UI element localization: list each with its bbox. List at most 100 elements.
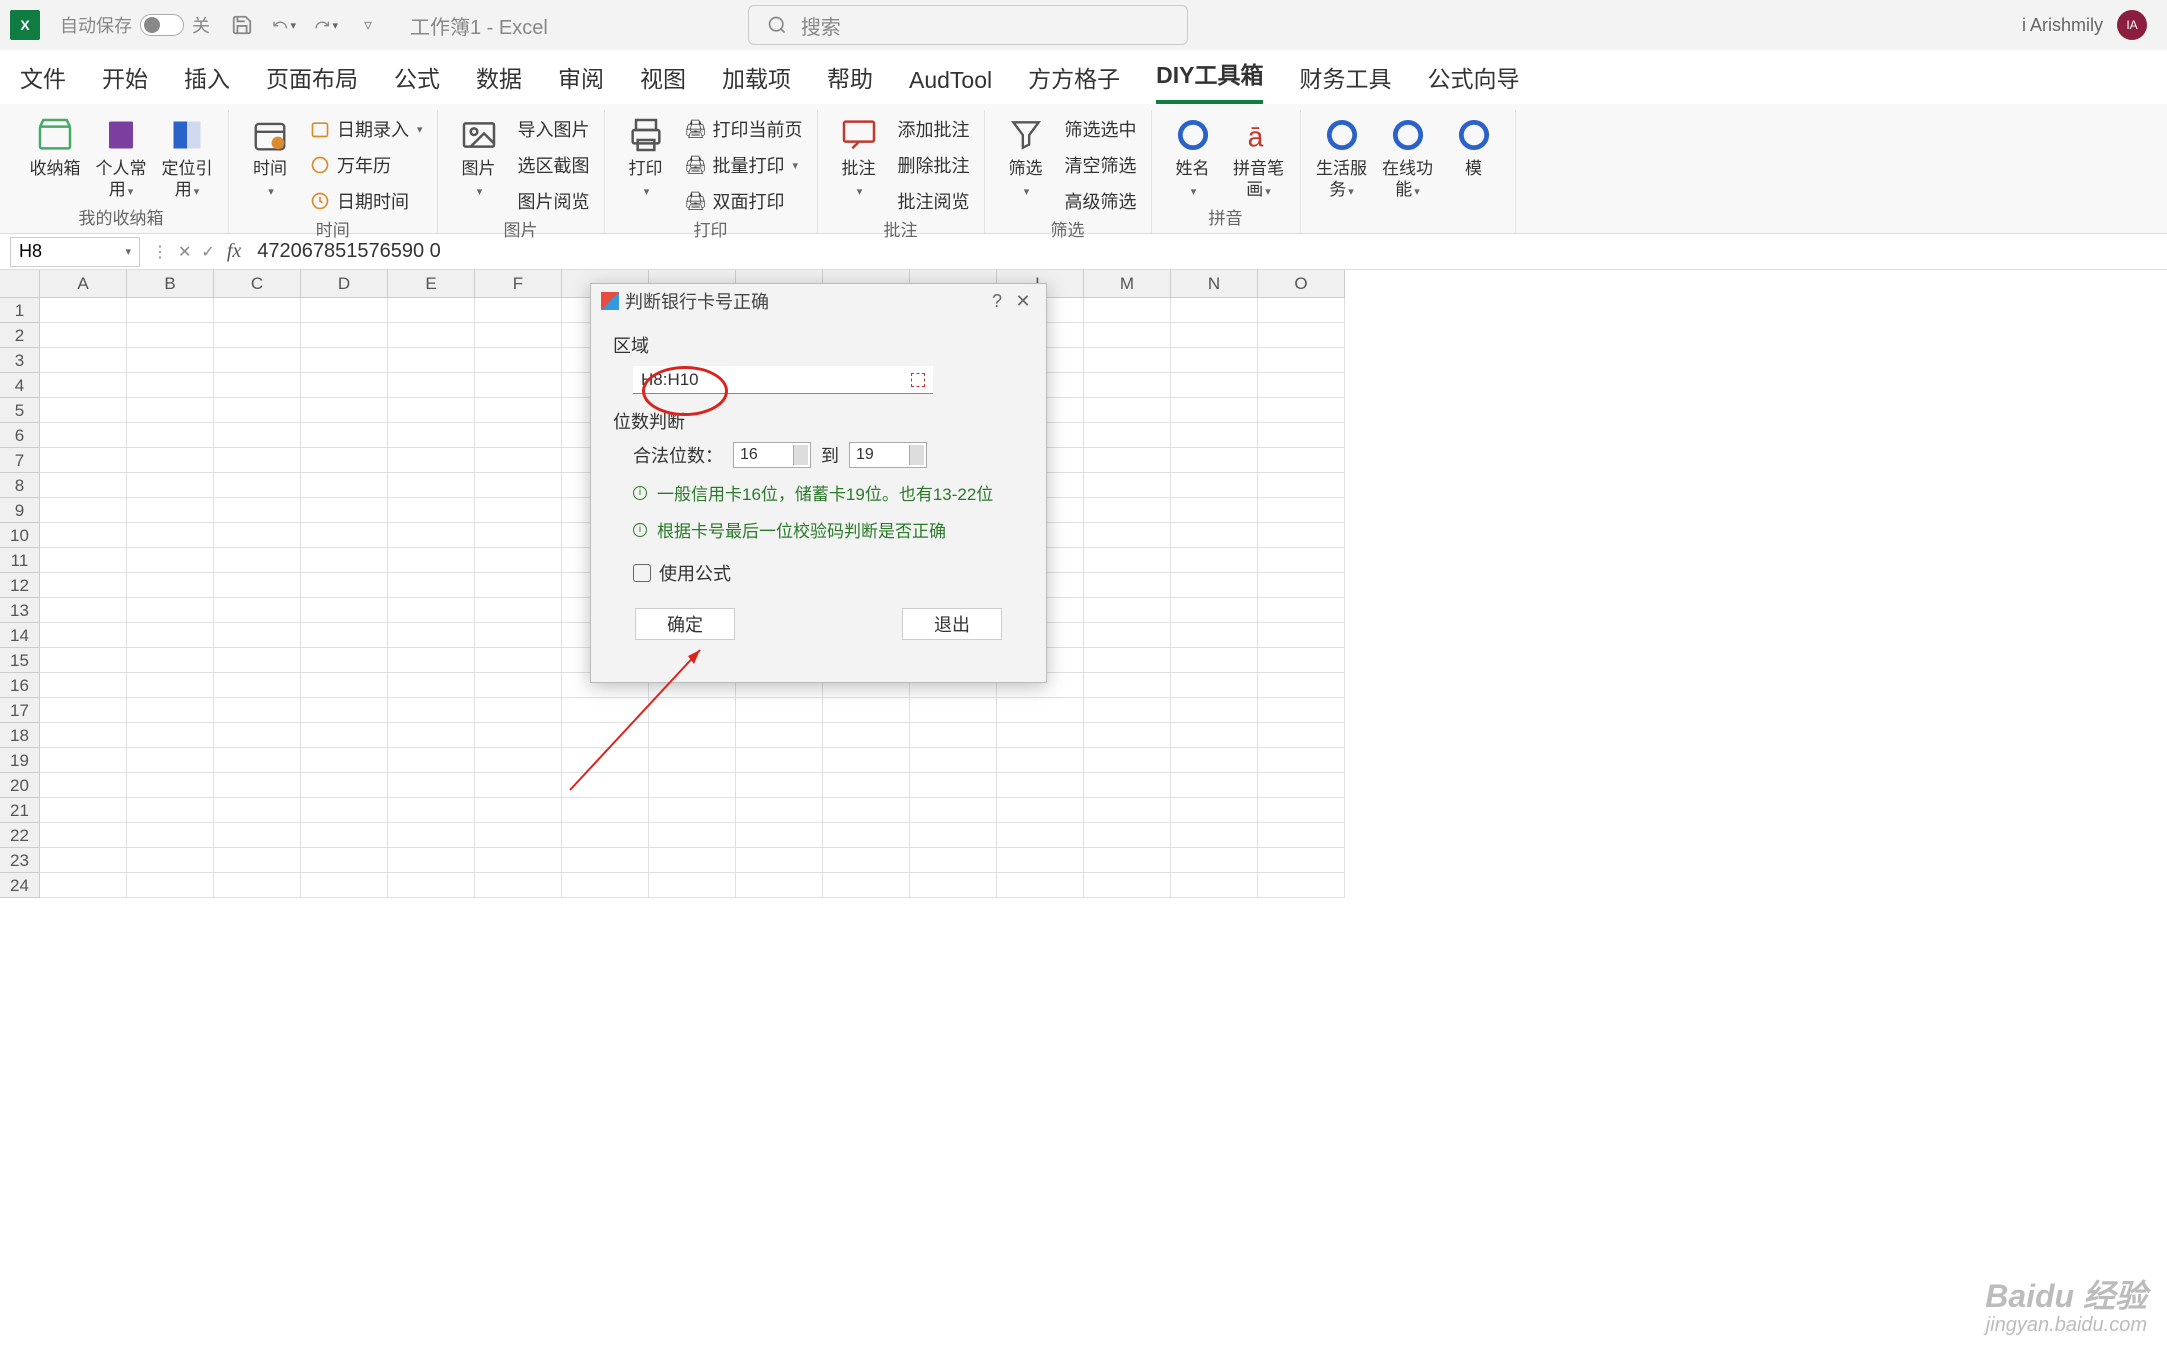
cell[interactable] [1084,373,1171,398]
cell[interactable] [910,848,997,873]
cell[interactable] [1258,598,1345,623]
tab-data[interactable]: 数据 [476,60,522,104]
cell[interactable] [388,398,475,423]
row-header[interactable]: 14 [0,623,40,648]
cell[interactable] [1171,298,1258,323]
cell[interactable] [1258,423,1345,448]
cell[interactable] [214,798,301,823]
cell[interactable] [127,748,214,773]
cell[interactable] [475,623,562,648]
cell[interactable] [1171,523,1258,548]
cell[interactable] [823,773,910,798]
cell[interactable] [475,698,562,723]
cell[interactable] [475,848,562,873]
cell[interactable] [997,848,1084,873]
cell[interactable] [1171,573,1258,598]
cell[interactable] [214,823,301,848]
cell[interactable] [301,323,388,348]
cell[interactable] [301,373,388,398]
cell[interactable] [1258,648,1345,673]
row-header[interactable]: 20 [0,773,40,798]
cell[interactable] [910,748,997,773]
cell[interactable] [127,298,214,323]
cell[interactable] [823,873,910,898]
cell[interactable] [1258,623,1345,648]
row-header[interactable]: 5 [0,398,40,423]
redo-icon[interactable]: ▾ [314,13,338,37]
cell[interactable] [40,723,127,748]
cell[interactable] [127,623,214,648]
calendar-button[interactable]: 万年历 [305,150,427,180]
import-pic-button[interactable]: 导入图片 [514,114,594,144]
cell[interactable] [823,698,910,723]
use-formula-checkbox[interactable] [633,564,651,582]
cell[interactable] [562,798,649,823]
cell[interactable] [475,473,562,498]
cell[interactable] [301,448,388,473]
cell[interactable] [736,773,823,798]
cell[interactable] [1258,873,1345,898]
cell[interactable] [1171,448,1258,473]
cell[interactable] [997,798,1084,823]
cell[interactable] [910,773,997,798]
cell[interactable] [40,348,127,373]
cell[interactable] [1258,698,1345,723]
cell[interactable] [388,873,475,898]
cell[interactable] [301,723,388,748]
cell[interactable] [40,773,127,798]
cell[interactable] [40,423,127,448]
user-area[interactable]: i Arishmily IA [2022,10,2147,40]
advanced-filter-button[interactable]: 高级筛选 [1061,186,1141,216]
cell[interactable] [214,573,301,598]
cell[interactable] [388,523,475,548]
cell[interactable] [997,748,1084,773]
cell[interactable] [1084,448,1171,473]
cell[interactable] [1171,773,1258,798]
cell[interactable] [127,573,214,598]
tab-diytoolbox[interactable]: DIY工具箱 [1156,56,1263,104]
cell[interactable] [214,348,301,373]
cell[interactable] [736,873,823,898]
cell[interactable] [388,423,475,448]
cell[interactable] [127,398,214,423]
cell[interactable] [1084,848,1171,873]
cell[interactable] [40,573,127,598]
cell[interactable] [1258,298,1345,323]
qat-dropdown-icon[interactable]: ▿ [356,13,380,37]
cell[interactable] [214,423,301,448]
row-header[interactable]: 17 [0,698,40,723]
cell[interactable] [1084,523,1171,548]
cell[interactable] [910,723,997,748]
cell[interactable] [475,323,562,348]
cell[interactable] [301,823,388,848]
cell[interactable] [1084,623,1171,648]
template-button[interactable]: 模 [1443,110,1505,179]
column-header[interactable]: D [301,270,388,298]
cell[interactable] [649,773,736,798]
cell[interactable] [40,323,127,348]
cell[interactable] [1258,673,1345,698]
cell[interactable] [1171,873,1258,898]
cell[interactable] [301,548,388,573]
tab-audtool[interactable]: AudTool [909,67,992,104]
cell[interactable] [1258,748,1345,773]
name-box[interactable]: H8 ▾ [10,237,140,267]
cell[interactable] [475,498,562,523]
cell[interactable] [910,798,997,823]
cell[interactable] [475,748,562,773]
cell[interactable] [388,723,475,748]
pinyin-stroke-button[interactable]: ā拼音笔画▾ [1228,110,1290,201]
cell[interactable] [1084,748,1171,773]
cell[interactable] [40,848,127,873]
cell[interactable] [127,523,214,548]
screenshot-button[interactable]: 选区截图 [514,150,594,180]
cell[interactable] [1258,398,1345,423]
cell[interactable] [649,848,736,873]
cell[interactable] [388,648,475,673]
cell[interactable] [1258,848,1345,873]
time-button[interactable]: 时间▾ [239,110,301,201]
cell[interactable] [127,498,214,523]
cell[interactable] [649,823,736,848]
row-header[interactable]: 2 [0,323,40,348]
duplex-print-button[interactable]: 🖨双面打印 [681,186,807,216]
